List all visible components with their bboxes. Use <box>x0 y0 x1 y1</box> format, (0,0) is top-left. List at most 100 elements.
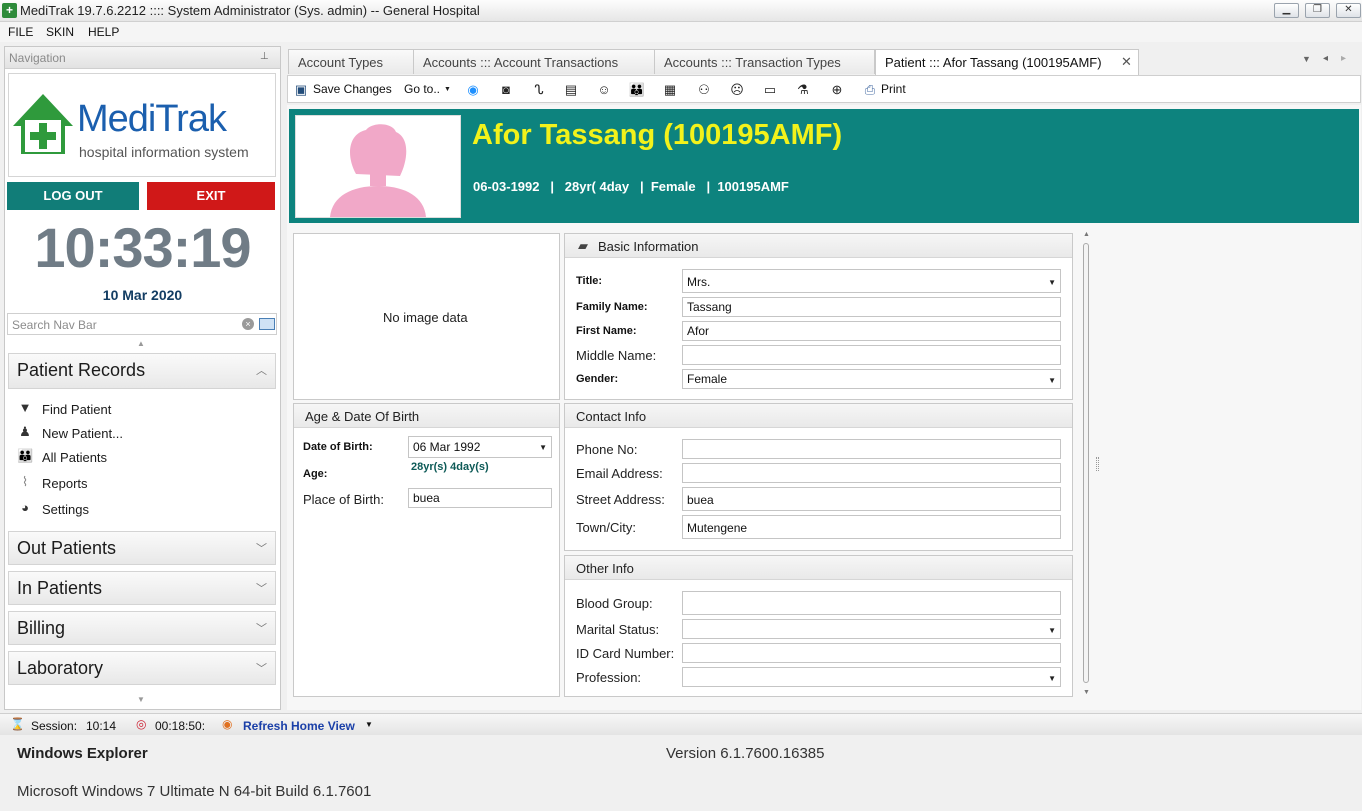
bed-icon[interactable]: ◉ <box>464 81 482 99</box>
document-tabs: Account Types Accounts ::: Account Trans… <box>285 46 1362 75</box>
menu-file[interactable]: FILE <box>8 25 33 39</box>
dropdown-arrow-icon: ▼ <box>539 443 547 452</box>
group-label: Laboratory <box>17 658 104 678</box>
stethoscope-icon[interactable]: ᔐ <box>530 81 548 99</box>
search-options-icon[interactable] <box>259 318 275 330</box>
group-billing[interactable]: Billing ﹀ <box>8 611 276 645</box>
navigation-header: Navigation ⊥ <box>5 47 280 69</box>
pin-icon[interactable]: ⊥ <box>260 51 269 62</box>
goto-button[interactable]: Go to.. <box>404 82 440 102</box>
couple-icon[interactable]: ⚇ <box>695 81 713 99</box>
tray-icon[interactable]: ▭ <box>761 81 779 99</box>
family-name-field[interactable]: Tassang <box>682 297 1061 317</box>
profession-select[interactable]: ▼ <box>682 667 1061 687</box>
town-field[interactable]: Mutengene <box>682 515 1061 539</box>
title-select[interactable]: Mrs. ▼ <box>682 269 1061 293</box>
print-button[interactable]: Print <box>881 82 906 102</box>
baby-icon[interactable]: ☺ <box>595 81 613 99</box>
navigation-title: Navigation <box>9 51 66 65</box>
patient-header: Afor Tassang (100195AMF) 06-03-1992 | 28… <box>289 109 1359 223</box>
save-changes-button[interactable]: Save Changes <box>313 82 392 102</box>
nav-item-label: Settings <box>42 502 89 517</box>
tab-list-icon[interactable]: ▼ <box>1302 54 1311 64</box>
minimize-button[interactable]: ▁ <box>1274 3 1299 18</box>
tab-label: Accounts ::: Transaction Types <box>664 55 841 70</box>
timer-value: 00:18:50: <box>155 719 206 733</box>
tab-account-types[interactable]: Account Types <box>288 49 414 74</box>
dropdown-arrow-icon: ▼ <box>1048 376 1056 385</box>
menu-help[interactable]: HELP <box>88 25 119 39</box>
email-field[interactable] <box>682 463 1061 483</box>
scroll-thumb[interactable] <box>1083 243 1089 683</box>
status-bar: ⌛ Session: 10:14 ◎ 00:18:50: ◉ Refresh H… <box>0 713 1362 735</box>
group-patient-records[interactable]: Patient Records ︿ <box>8 353 276 389</box>
patient-photo[interactable] <box>295 115 461 218</box>
exit-button[interactable]: EXIT <box>147 182 275 210</box>
tab-patient[interactable]: Patient ::: Afor Tassang (100195AMF) ✕ <box>875 49 1139 75</box>
form-scrollbar[interactable]: ▲ ▼ <box>1080 231 1092 701</box>
patient-form: Afor Tassang (100195AMF) 06-03-1992 | 28… <box>287 105 1361 710</box>
logo-name: MediTrak <box>77 98 227 140</box>
blood-group-field[interactable] <box>682 591 1061 615</box>
id-card-label: ID Card Number: <box>576 646 675 661</box>
scroll-down-icon[interactable]: ▼ <box>137 695 145 704</box>
tab-transaction-types[interactable]: Accounts ::: Transaction Types <box>654 49 875 74</box>
session-label: Session: <box>31 719 78 733</box>
id-card-field[interactable] <box>682 643 1061 663</box>
documents-icon[interactable]: ▦ <box>661 81 679 99</box>
marital-status-label: Marital Status: <box>576 622 660 637</box>
group-out-patients[interactable]: Out Patients ﹀ <box>8 531 276 565</box>
clipboard-icon[interactable]: ▤ <box>562 81 580 99</box>
tab-scroll-left-icon[interactable]: ◂ <box>1323 53 1328 64</box>
close-button[interactable]: ✕ <box>1336 3 1361 18</box>
image-panel[interactable]: No image data <box>293 233 560 400</box>
maximize-button[interactable]: ❐ <box>1305 3 1330 18</box>
user-add-icon: ♟ <box>19 424 31 439</box>
flask-icon[interactable]: ⚗ <box>794 81 812 99</box>
group-label: Out Patients <box>17 538 117 558</box>
refresh-icon: ◉ <box>222 717 233 731</box>
family-icon[interactable]: 👪 <box>628 81 646 99</box>
splitter-grip[interactable] <box>1096 457 1099 471</box>
search-placeholder: Search Nav Bar <box>12 318 97 332</box>
age-dob-panel: Age & Date Of Birth Date of Birth: 06 Ma… <box>293 403 560 697</box>
pob-field[interactable]: buea <box>408 488 552 508</box>
tab-account-transactions[interactable]: Accounts ::: Account Transactions <box>413 49 655 74</box>
users-icon: 👪 <box>17 448 34 463</box>
street-field[interactable]: buea <box>682 487 1061 511</box>
gender-label: Gender: <box>576 373 619 385</box>
marital-status-select[interactable]: ▼ <box>682 619 1061 639</box>
clear-icon[interactable]: × <box>242 318 254 330</box>
nav-item-label: New Patient... <box>42 426 123 441</box>
logout-button[interactable]: LOG OUT <box>7 182 139 210</box>
camera-icon[interactable]: ◙ <box>497 81 515 99</box>
current-date: 10 Mar 2020 <box>102 287 183 303</box>
menu-bar: FILE SKIN HELP <box>0 22 1362 42</box>
phone-field[interactable] <box>682 439 1061 459</box>
goto-dropdown-icon: ▼ <box>444 86 451 93</box>
other-info-panel: Other Info Blood Group: Marital Status: … <box>564 555 1073 697</box>
basic-info-panel: ▰ Basic Information Title: Mrs. ▼ Family… <box>564 233 1073 400</box>
menu-skin[interactable]: SKIN <box>46 25 74 39</box>
window-titlebar: + MediTrak 19.7.6.2212 :::: System Admin… <box>0 0 1362 22</box>
chevron-down-icon: ﹀ <box>256 623 267 635</box>
funnel-icon: ▼ <box>18 400 32 415</box>
add-circle-icon[interactable]: ⊕ <box>828 81 846 99</box>
group-in-patients[interactable]: In Patients ﹀ <box>8 571 276 605</box>
first-name-field[interactable]: Afor <box>682 321 1061 341</box>
tab-close-icon[interactable]: ✕ <box>1121 54 1132 70</box>
tab-scroll-right-icon[interactable]: ▸ <box>1341 53 1346 64</box>
session-icon: ⌛ <box>10 717 25 731</box>
toolbar: ▣ Save Changes Go to.. ▼ ◉ ◙ ᔐ ▤ ☺ 👪 ▦ ⚇… <box>287 75 1361 103</box>
refresh-dropdown-icon[interactable]: ▼ <box>365 720 373 729</box>
middle-name-field[interactable] <box>682 345 1061 365</box>
group-laboratory[interactable]: Laboratory ﹀ <box>8 651 276 685</box>
search-nav-input[interactable]: Search Nav Bar × <box>7 313 277 335</box>
head-icon[interactable]: ☹ <box>728 81 746 99</box>
email-label: Email Address: <box>576 466 663 481</box>
refresh-home-view-link[interactable]: Refresh Home View <box>243 719 355 733</box>
nav-item-label: All Patients <box>42 450 108 465</box>
scroll-up-icon[interactable]: ▲ <box>137 339 145 348</box>
gender-select[interactable]: Female ▼ <box>682 369 1061 389</box>
dob-field[interactable]: 06 Mar 1992 ▼ <box>408 436 552 458</box>
